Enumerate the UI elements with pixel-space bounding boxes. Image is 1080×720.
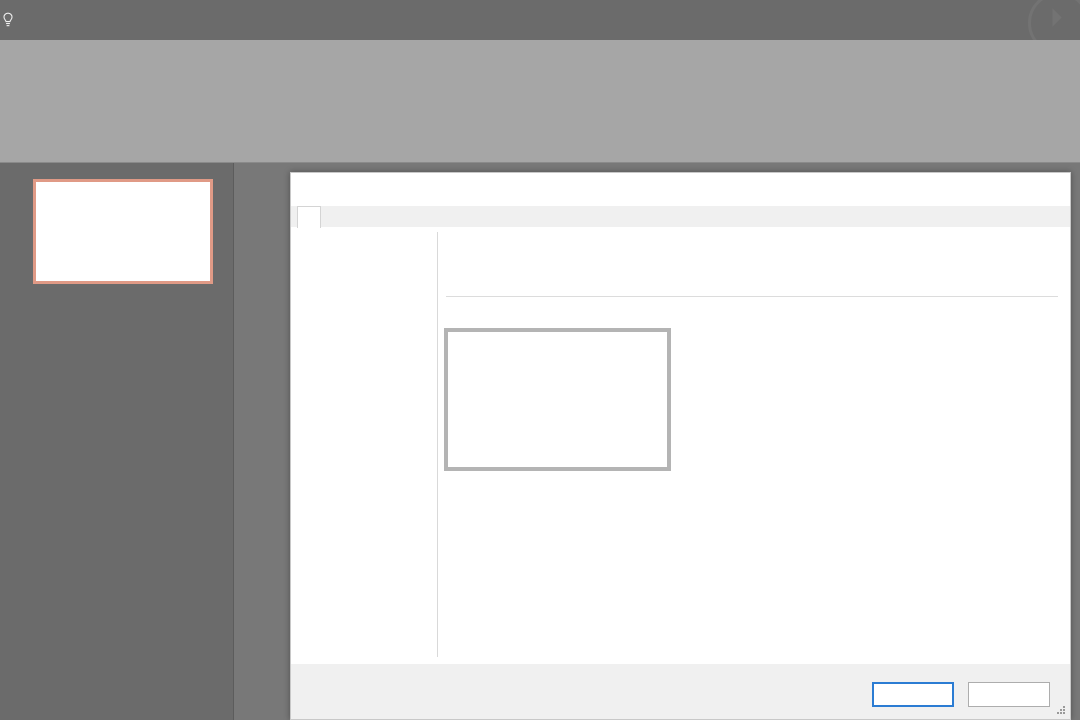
- help-icon[interactable]: [990, 179, 1014, 201]
- chart-type-list[interactable]: [299, 232, 437, 657]
- radar-chart-preview-svg: [448, 332, 667, 467]
- tab-all-charts[interactable]: [297, 206, 321, 228]
- insert-chart-dialog: [290, 172, 1071, 720]
- dialog-tab-strip: [291, 206, 1070, 228]
- ribbon-tab-bar: [0, 0, 1080, 54]
- resize-grip-icon[interactable]: [1056, 705, 1066, 715]
- cancel-button[interactable]: [968, 682, 1050, 707]
- subtype-divider: [446, 296, 1058, 297]
- ok-button[interactable]: [872, 682, 954, 707]
- dialog-body: [291, 228, 1070, 666]
- close-icon[interactable]: [1030, 179, 1056, 201]
- slide-thumbnail-1[interactable]: [33, 179, 213, 284]
- dialog-title-bar: [291, 173, 1070, 206]
- ribbon: [0, 40, 1080, 163]
- lightbulb-icon: [3, 12, 13, 27]
- powerpoint-window: [0, 0, 1080, 720]
- chart-preview[interactable]: [444, 328, 671, 471]
- list-separator: [437, 232, 438, 657]
- dialog-footer: [291, 664, 1070, 719]
